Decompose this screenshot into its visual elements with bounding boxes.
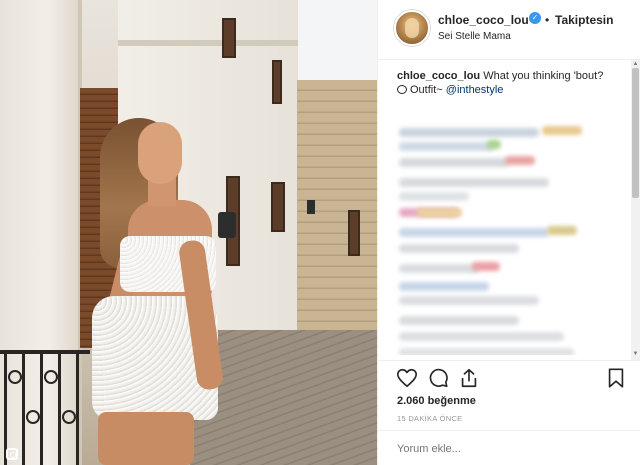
scroll-down-arrow-icon[interactable]: ▼ xyxy=(631,350,640,358)
blurred-comment xyxy=(399,158,509,167)
bookmark-icon[interactable] xyxy=(605,367,627,389)
blurred-comment xyxy=(399,264,479,273)
blurred-comment xyxy=(399,228,549,237)
blurred-comment xyxy=(399,142,494,151)
photo-person-legs xyxy=(98,412,194,465)
caption-username[interactable]: chloe_coco_lou xyxy=(397,70,480,82)
post-photo[interactable] xyxy=(0,0,377,465)
separator-dot: • xyxy=(545,13,550,27)
blurred-comment xyxy=(472,262,500,271)
blurred-comment xyxy=(547,226,577,235)
heart-icon[interactable] xyxy=(396,367,418,389)
blurred-comment xyxy=(399,332,564,341)
speech-bubble-icon xyxy=(397,85,407,94)
scroll-up-arrow-icon[interactable]: ▲ xyxy=(631,60,640,68)
blurred-comment xyxy=(542,126,582,135)
photo-window xyxy=(348,210,360,256)
avatar[interactable] xyxy=(394,10,430,46)
blurred-comment xyxy=(487,140,501,149)
blurred-comment xyxy=(399,282,489,291)
blurred-comment xyxy=(505,156,535,165)
instagram-watermark-icon xyxy=(6,448,18,460)
username-link[interactable]: chloe_coco_lou xyxy=(438,13,529,27)
scroll-thumb[interactable] xyxy=(632,68,639,198)
photo-window xyxy=(222,18,236,58)
blurred-comment xyxy=(399,244,519,253)
post-timestamp[interactable]: 15 DAKİKA ÖNCE xyxy=(397,414,462,423)
blurred-comment xyxy=(399,316,519,325)
photo-roofline xyxy=(118,40,298,46)
post-header: chloe_coco_lou ✓ • Takiptesin Sei Stelle… xyxy=(377,0,640,60)
following-button[interactable]: Takiptesin xyxy=(555,13,613,27)
share-icon[interactable] xyxy=(458,367,480,389)
verified-badge-icon: ✓ xyxy=(529,12,541,24)
comment-icon[interactable] xyxy=(427,367,449,389)
blurred-comment xyxy=(417,208,462,217)
like-count[interactable]: 2.060 beğenme xyxy=(397,395,476,407)
photo-street-lamp xyxy=(218,212,236,238)
blurred-comment xyxy=(399,128,539,137)
comments-list[interactable]: chloe_coco_lou What you thinking 'bout? … xyxy=(377,60,632,355)
photo-window xyxy=(271,182,285,232)
comment-input[interactable] xyxy=(397,443,627,455)
caption: chloe_coco_lou What you thinking 'bout? xyxy=(397,69,627,84)
caption-line-2: Outfit~ @inthestyle xyxy=(397,84,503,96)
blurred-comment xyxy=(399,192,469,201)
caption-outfit-text: Outfit~ xyxy=(410,84,446,96)
photo-street-lamp xyxy=(307,200,315,214)
comments-scrollbar[interactable]: ▲ ▼ xyxy=(631,60,640,360)
photo-window xyxy=(272,60,282,104)
location-link[interactable]: Sei Stelle Mama xyxy=(438,31,511,42)
blurred-comment xyxy=(399,178,549,187)
blurred-comment xyxy=(399,348,574,355)
blurred-comment xyxy=(399,296,539,305)
photo-person-face xyxy=(138,122,182,184)
caption-text: What you thinking 'bout? xyxy=(483,70,604,82)
mention-link[interactable]: @inthestyle xyxy=(446,84,504,96)
